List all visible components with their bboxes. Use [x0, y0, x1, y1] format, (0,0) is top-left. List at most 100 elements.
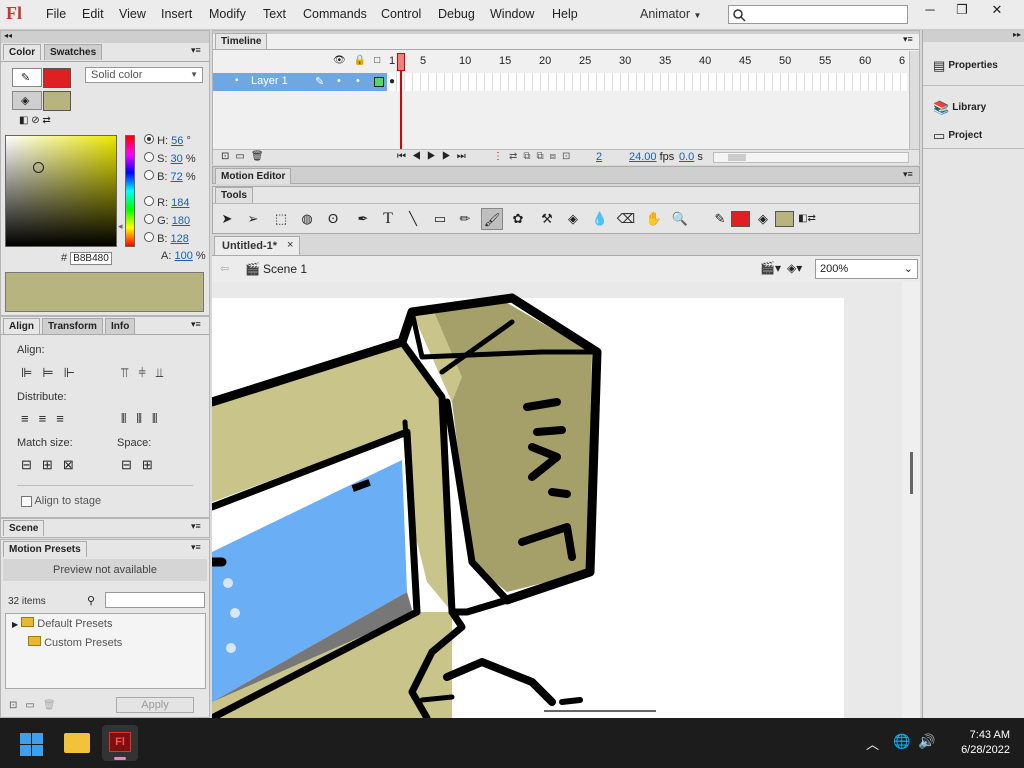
- swap-colors-icon[interactable]: ◧⇄: [796, 208, 818, 230]
- line-tool-icon[interactable]: ╲: [402, 208, 424, 230]
- eraser-tool-icon[interactable]: ⌫: [615, 208, 637, 230]
- hue-value[interactable]: 56: [171, 135, 183, 147]
- first-frame-icon[interactable]: ⏮: [397, 151, 412, 162]
- network-icon[interactable]: 🌐: [893, 733, 910, 750]
- swap-colors-icon[interactable]: ◧ ⊘ ⇄: [19, 115, 51, 126]
- loop-icon[interactable]: ⇄: [509, 151, 523, 162]
- stroke-tool-button[interactable]: ✎: [12, 68, 42, 87]
- brush-tool-icon[interactable]: 🖌: [481, 208, 503, 230]
- tab-motion-editor[interactable]: Motion Editor: [215, 168, 292, 184]
- align-vcenter-icon[interactable]: ⫩: [138, 365, 155, 380]
- hand-tool-icon[interactable]: ✋: [643, 208, 665, 230]
- tab-align[interactable]: Align: [3, 318, 40, 334]
- menu-debug[interactable]: Debug: [438, 7, 475, 21]
- tab-color[interactable]: Color: [3, 44, 42, 60]
- green-value[interactable]: 180: [172, 215, 190, 227]
- edit-multiple-icon[interactable]: ⧈: [550, 151, 562, 162]
- red-row[interactable]: R: 184: [144, 196, 189, 209]
- distribute-hcenter-icon[interactable]: ⫴: [136, 411, 151, 426]
- document-tab[interactable]: Untitled-1* ×: [214, 236, 300, 255]
- delete-layer-icon[interactable]: 🗑: [251, 151, 270, 162]
- tools-stroke-color-swatch[interactable]: [731, 211, 750, 227]
- panel-menu-icon[interactable]: ▾≡: [903, 34, 913, 45]
- fill-tool-button[interactable]: ◈: [12, 91, 42, 110]
- step-back-icon[interactable]: ◀: [412, 151, 427, 162]
- align-to-stage-row[interactable]: Align to stage: [21, 495, 101, 507]
- hue-row[interactable]: H: 56 °: [144, 134, 191, 147]
- free-transform-tool-icon[interactable]: ⬚: [270, 208, 292, 230]
- current-frame-value[interactable]: 2: [596, 151, 602, 163]
- menu-commands[interactable]: Commands: [303, 7, 367, 21]
- match-both-icon[interactable]: ⊠: [63, 457, 84, 472]
- visibility-dot[interactable]: •: [337, 75, 341, 87]
- close-tab-icon[interactable]: ×: [287, 239, 293, 251]
- lasso-tool-icon[interactable]: ʘ: [322, 208, 344, 230]
- blue-radio[interactable]: [144, 232, 154, 242]
- onion-outline-icon[interactable]: ⧉: [537, 151, 550, 162]
- help-search-input[interactable]: [728, 5, 908, 24]
- distribute-right-icon[interactable]: ⫴: [152, 411, 167, 426]
- new-layer-icon[interactable]: ⊡: [221, 151, 235, 162]
- restore-button[interactable]: ❐: [946, 0, 978, 22]
- dock-collapse-bar[interactable]: ▸▸: [923, 30, 1024, 42]
- stage-canvas[interactable]: [212, 282, 920, 718]
- red-value[interactable]: 184: [171, 197, 189, 209]
- play-icon[interactable]: ▶: [427, 151, 442, 162]
- tab-swatches[interactable]: Swatches: [44, 44, 103, 60]
- menu-edit[interactable]: Edit: [82, 7, 104, 21]
- file-explorer-icon[interactable]: [64, 733, 90, 753]
- menu-window[interactable]: Window: [490, 7, 534, 21]
- panel-menu-icon[interactable]: ▾≡: [903, 169, 913, 180]
- hue-slider[interactable]: [125, 135, 135, 247]
- saturation-value[interactable]: 30: [171, 153, 183, 165]
- layer-row[interactable]: ▪ Layer 1 ✎ • •: [213, 73, 387, 91]
- green-row[interactable]: G: 180: [144, 214, 190, 227]
- brightness-radio[interactable]: [144, 170, 154, 180]
- match-height-icon[interactable]: ⊞: [42, 457, 63, 472]
- panel-menu-icon[interactable]: ▾≡: [191, 45, 201, 56]
- animate-taskbar-button[interactable]: Fl: [102, 725, 138, 761]
- workspace-switcher[interactable]: Animator ▼: [640, 7, 701, 21]
- new-folder-icon[interactable]: ▭: [25, 700, 42, 711]
- match-width-icon[interactable]: ⊟: [21, 457, 42, 472]
- scene-name[interactable]: Scene 1: [263, 262, 307, 276]
- eye-icon[interactable]: 👁: [333, 55, 354, 66]
- minimize-button[interactable]: ─: [914, 0, 946, 22]
- bone-tool-icon[interactable]: ⚒: [536, 208, 558, 230]
- dock-item-properties[interactable]: ▤ Properties: [933, 58, 998, 74]
- timeline-hscrollbar[interactable]: [713, 152, 909, 163]
- preset-search-input[interactable]: [105, 592, 205, 608]
- frame-track[interactable]: ●: [389, 73, 907, 91]
- align-top-icon[interactable]: ⫪: [121, 365, 138, 380]
- tab-scene[interactable]: Scene: [3, 520, 45, 536]
- step-forward-icon[interactable]: ▶: [442, 151, 457, 162]
- dock-item-project[interactable]: ▭ Project: [933, 128, 982, 144]
- delete-icon[interactable]: 🗑: [43, 700, 64, 711]
- menu-insert[interactable]: Insert: [161, 7, 192, 21]
- dock-item-library[interactable]: 📚 Library: [933, 100, 986, 116]
- space-vertical-icon[interactable]: ⊟: [121, 457, 142, 472]
- blue-value[interactable]: 128: [171, 233, 189, 245]
- new-preset-icon[interactable]: ⊡: [9, 700, 25, 711]
- last-frame-icon[interactable]: ⏭: [457, 151, 472, 162]
- edit-symbols-icon[interactable]: ◈▾: [787, 261, 802, 275]
- back-arrow-icon[interactable]: ⇦: [220, 262, 229, 275]
- playhead[interactable]: [397, 53, 405, 71]
- green-radio[interactable]: [144, 214, 154, 224]
- close-button[interactable]: ✕: [980, 0, 1014, 22]
- rectangle-tool-icon[interactable]: ▭: [429, 208, 451, 230]
- text-tool-icon[interactable]: T: [377, 208, 399, 230]
- tab-transform[interactable]: Transform: [42, 318, 103, 334]
- tab-tools[interactable]: Tools: [215, 187, 253, 203]
- menu-view[interactable]: View: [119, 7, 146, 21]
- center-frame-icon[interactable]: ⋮: [493, 151, 509, 162]
- markers-icon[interactable]: ⊡: [562, 151, 576, 162]
- color-picker-field[interactable]: [5, 135, 117, 247]
- distribute-bottom-icon[interactable]: ≡: [56, 411, 74, 426]
- saturation-row[interactable]: S: 30 %: [144, 152, 196, 165]
- blue-row[interactable]: B: 128: [144, 232, 189, 245]
- alpha-row[interactable]: A: 100 %: [161, 250, 206, 262]
- distribute-left-icon[interactable]: ⫴: [121, 411, 136, 426]
- menu-help[interactable]: Help: [552, 7, 578, 21]
- lock-icon[interactable]: 🔒: [354, 55, 374, 66]
